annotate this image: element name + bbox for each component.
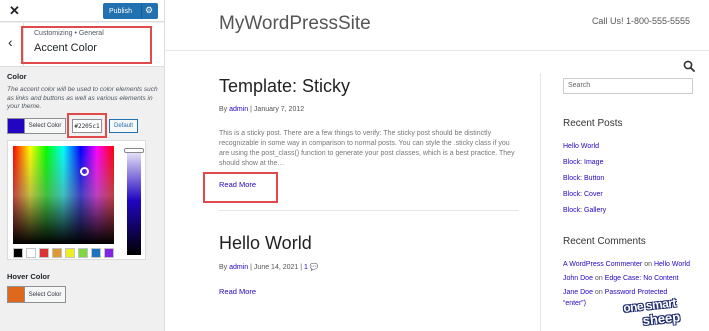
palette-swatch[interactable] xyxy=(52,248,62,258)
accent-color-swatch[interactable] xyxy=(7,118,25,134)
post-date: June 14, 2021 xyxy=(253,264,299,271)
post-excerpt: This is a sticky post. There are a few t… xyxy=(219,130,515,167)
post-title[interactable]: Hello World xyxy=(219,233,312,254)
palette-swatch[interactable] xyxy=(78,248,88,258)
close-icon[interactable]: ✕ xyxy=(9,3,20,19)
color-label: Color xyxy=(7,72,27,81)
recent-post-link[interactable]: Block: Button xyxy=(563,174,693,190)
recent-post-link[interactable]: Block: Gallery xyxy=(563,206,693,222)
comment-post-link[interactable]: Edge Case: No Content xyxy=(605,275,679,282)
author-link[interactable]: admin xyxy=(229,106,248,113)
customizer-panel: ✕ Publish ⚙ ‹ Customizing • General Acce… xyxy=(0,0,165,331)
slider-handle[interactable] xyxy=(124,148,144,153)
recent-posts-heading: Recent Posts xyxy=(563,118,623,129)
palette-swatch[interactable] xyxy=(65,248,75,258)
select-color-button[interactable]: Select Color xyxy=(25,118,66,134)
recent-posts-list: Hello World Block: Image Block: Button B… xyxy=(563,142,693,222)
color-description: The accent color will be used to color e… xyxy=(7,86,158,110)
list-item: John Doe on Edge Case: No Content xyxy=(563,275,679,282)
publish-label: Publish xyxy=(109,7,132,15)
palette-swatch[interactable] xyxy=(13,248,23,258)
publish-button[interactable]: Publish ⚙ xyxy=(103,3,158,19)
palette xyxy=(13,248,114,258)
color-picker xyxy=(7,140,146,260)
palette-swatch[interactable] xyxy=(39,248,49,258)
recent-post-link[interactable]: Hello World xyxy=(563,142,693,158)
comment-author-link[interactable]: John Doe xyxy=(563,275,593,282)
comment-icon: 💬 xyxy=(309,264,319,271)
saturation-area[interactable] xyxy=(13,146,114,244)
post-title[interactable]: Template: Sticky xyxy=(219,76,350,97)
recent-post-link[interactable]: Block: Cover xyxy=(563,190,693,206)
highlight-box xyxy=(203,172,278,203)
search-icon[interactable] xyxy=(683,60,695,72)
highlight-box xyxy=(21,26,152,64)
hover-select-color-button[interactable]: Select Color xyxy=(25,286,66,303)
palette-swatch[interactable] xyxy=(104,248,114,258)
comment-author-link[interactable]: Jane Doe xyxy=(563,289,593,296)
read-more-link[interactable]: Read More xyxy=(219,287,256,296)
hover-color-swatch[interactable] xyxy=(7,286,25,303)
comment-author-link[interactable]: A WordPress Commenter xyxy=(563,261,642,268)
author-link[interactable]: admin xyxy=(229,264,248,271)
post-date: January 7, 2012 xyxy=(253,106,305,113)
list-item: A WordPress Commenter on Hello World xyxy=(563,261,690,268)
post-meta: By admin | January 7, 2012 xyxy=(219,106,305,113)
default-button[interactable]: Default xyxy=(109,119,138,133)
highlight-box xyxy=(67,113,107,138)
recent-post-link[interactable]: Block: Image xyxy=(563,158,693,174)
site-preview: MyWordPressSite Call Us! 1-800-555-5555 … xyxy=(166,0,709,331)
back-chevron-icon[interactable]: ‹ xyxy=(8,34,13,50)
comment-post-link[interactable]: Hello World xyxy=(654,261,690,268)
gear-icon[interactable]: ⚙ xyxy=(145,5,153,16)
hover-color-label: Hover Color xyxy=(7,272,50,281)
saturation-handle[interactable] xyxy=(80,167,89,176)
hue-slider[interactable] xyxy=(127,146,141,255)
call-us-text: Call Us! 1-800-555-5555 xyxy=(591,16,690,26)
palette-swatch[interactable] xyxy=(26,248,36,258)
post-meta: By admin | June 14, 2021 | 1 💬 xyxy=(219,264,319,271)
sidebar-search-input[interactable]: Search xyxy=(563,78,693,94)
palette-swatch[interactable] xyxy=(91,248,101,258)
panel-toolbar: ✕ Publish ⚙ xyxy=(0,0,164,22)
comment-count-link[interactable]: 1 💬 xyxy=(304,264,319,271)
site-title[interactable]: MyWordPressSite xyxy=(219,13,371,35)
recent-comments-heading: Recent Comments xyxy=(563,236,646,247)
